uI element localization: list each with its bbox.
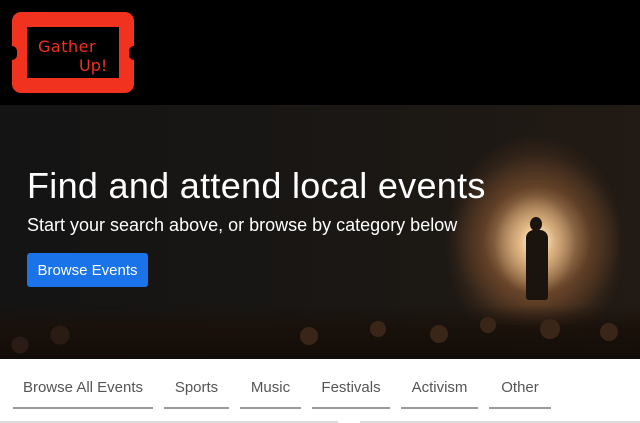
performer-silhouette — [526, 230, 548, 300]
browse-events-button[interactable]: Browse Events — [27, 253, 148, 287]
performer-head — [530, 217, 542, 231]
category-music[interactable]: Music — [240, 379, 301, 409]
hero-banner: Find and attend local events Start your … — [0, 105, 640, 359]
audience-head — [480, 317, 496, 333]
category-browse-all[interactable]: Browse All Events — [13, 379, 153, 409]
audience-head — [540, 319, 560, 339]
audience-head — [600, 323, 618, 341]
top-bar: Gather Up! — [0, 0, 640, 105]
category-nav: Browse All Events Sports Music Festivals… — [0, 359, 640, 423]
category-other[interactable]: Other — [489, 379, 551, 409]
audience-head — [430, 325, 448, 343]
ticket-notch-right — [129, 46, 139, 60]
logo-text-line2: Up! — [79, 56, 108, 75]
audience-head — [370, 321, 386, 337]
hero-title: Find and attend local events — [27, 165, 486, 206]
ticket-notch-left — [7, 46, 17, 60]
category-activism[interactable]: Activism — [401, 379, 478, 409]
category-festivals[interactable]: Festivals — [312, 379, 390, 409]
logo-text-line1: Gather — [38, 37, 97, 56]
site-logo[interactable]: Gather Up! — [7, 12, 139, 93]
category-sports[interactable]: Sports — [164, 379, 229, 409]
audience-head — [300, 327, 318, 345]
hero-subtitle: Start your search above, or browse by ca… — [27, 215, 458, 235]
